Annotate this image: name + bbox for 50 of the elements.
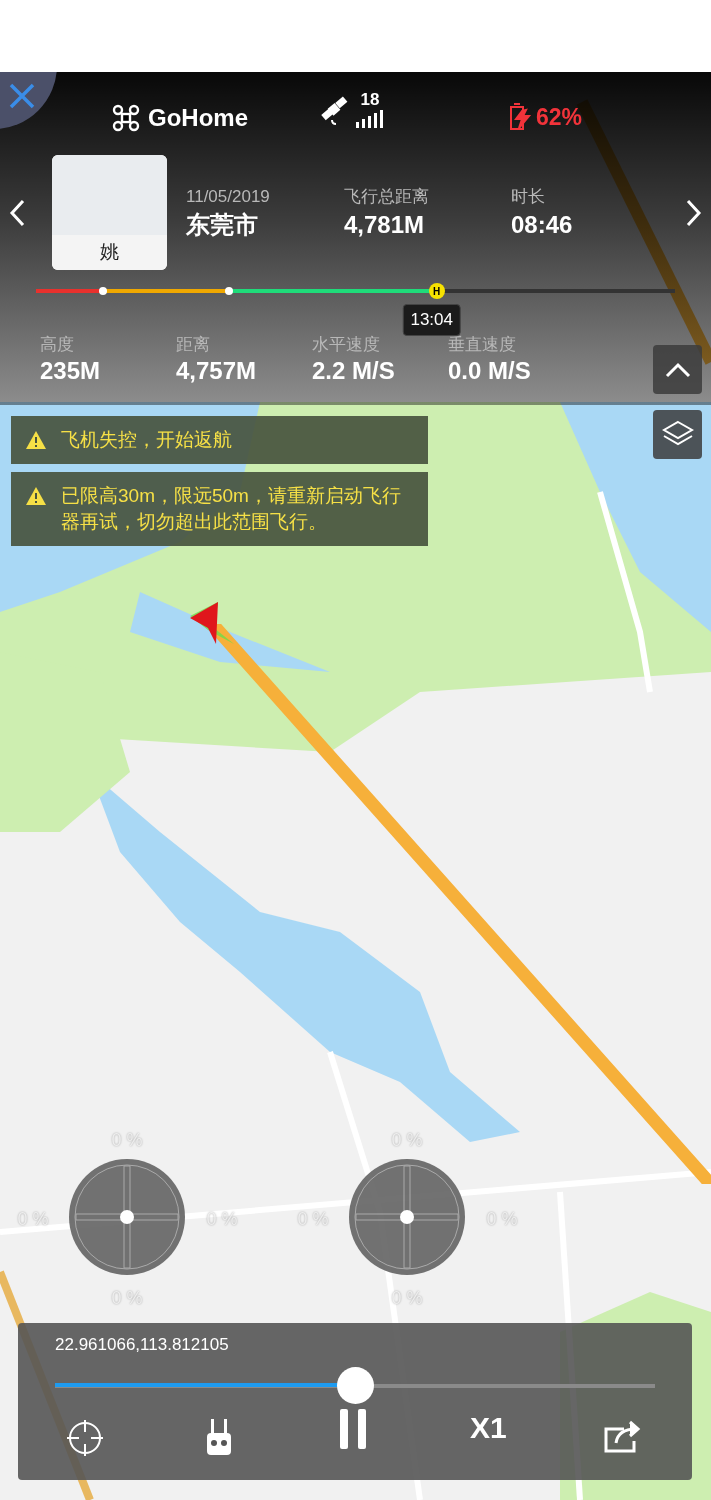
chevron-left-icon [8,199,26,227]
pilot-name: 姚 [52,235,167,270]
map-layers-button[interactable] [653,410,702,459]
previous-button[interactable] [8,199,26,227]
pause-icon [338,1409,368,1449]
telemetry-value: 0.0 M/S [448,356,531,386]
warning-icon [25,486,47,506]
aircraft-card[interactable]: 姚 [52,155,167,270]
chevron-right-icon [685,199,703,227]
telemetry-value: 4,757M [176,356,257,386]
pause-button[interactable] [338,1409,368,1449]
slider-thumb[interactable] [337,1367,374,1404]
stat-value: 08:46 [511,210,573,240]
segment-dot [224,287,233,295]
speed-button[interactable]: X1 [470,1411,507,1445]
warning-text: 飞机失控，开始返航 [61,428,232,452]
satellite-icon [320,96,350,126]
warning-text: 已限高30m，限远50m，请重新启动飞行器再试，切勿超出此范围飞行。 [61,484,402,534]
timeline-track[interactable]: H [36,281,675,301]
stat-label: 飞行总距离 [344,186,429,208]
drone-icon [112,104,140,132]
telemetry-label: 距离 [176,334,211,356]
flight-mode: GoHome [148,103,248,133]
share-icon [604,1419,642,1453]
close-icon [8,82,36,110]
locate-icon [66,1419,104,1457]
telemetry-label: 水平速度 [312,334,381,356]
telemetry-label: 高度 [40,334,75,356]
time-tooltip: 13:04 [402,304,461,336]
next-button[interactable] [685,199,703,227]
coordinates: 22.961066,113.812105 [55,1334,229,1356]
home-marker[interactable]: H [428,283,445,299]
warning-icon [25,430,47,450]
segment-dot [99,287,108,295]
remote-controller-icon [206,1419,232,1455]
locate-button[interactable] [66,1419,104,1457]
telemetry-value: 235M [40,356,101,386]
telemetry-value: 2.2 M/S [312,356,395,386]
stat-label: 时长 [511,186,546,208]
signal-icon [356,110,384,128]
collapse-button[interactable] [653,345,702,394]
share-button[interactable] [604,1419,642,1453]
battery-percent: 62% [536,103,583,132]
stat-value: 4,781M [344,210,426,240]
flight-location: 东莞市 [186,210,259,240]
remote-controller-button[interactable] [206,1419,232,1455]
telemetry-label: 垂直速度 [448,334,517,356]
chevron-up-icon [664,361,691,378]
flight-date: 11/05/2019 [186,186,270,208]
satellite-count: 18 [360,90,380,110]
